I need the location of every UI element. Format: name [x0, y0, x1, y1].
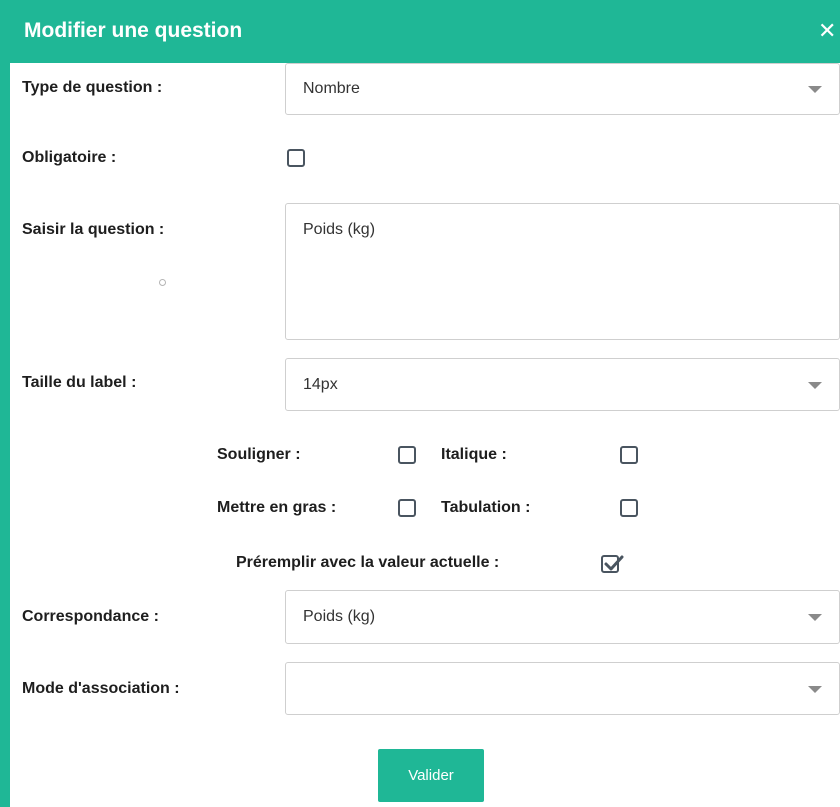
chevron-down-icon [808, 86, 822, 93]
tab-checkbox[interactable] [620, 499, 638, 517]
question-type-value: Nombre [303, 80, 360, 97]
chevron-down-icon [808, 381, 822, 389]
required-label: Obligatoire : [22, 149, 117, 166]
mapping-label: Correspondance : [22, 608, 159, 625]
label-size-select[interactable]: 14px [285, 358, 840, 411]
label-size-value: 14px [303, 376, 338, 393]
underline-checkbox[interactable] [398, 446, 416, 464]
bold-label: Mettre en gras : [217, 499, 337, 516]
association-mode-select[interactable] [285, 662, 840, 715]
dialog-header: Modifier une question ✕ [10, 0, 840, 63]
checkmark-icon [604, 555, 624, 571]
prefill-label: Préremplir avec la valeur actuelle : [236, 554, 500, 571]
submit-button[interactable]: Valider [378, 749, 484, 802]
question-text-value: Poids (kg) [303, 221, 376, 238]
association-mode-label: Mode d'association : [22, 680, 180, 697]
question-type-label: Type de question : [22, 79, 163, 96]
mapping-select[interactable]: Poids (kg) [285, 590, 840, 644]
question-text-input[interactable]: Poids (kg) [285, 203, 840, 340]
italic-checkbox[interactable] [620, 446, 638, 464]
close-icon[interactable]: ✕ [818, 16, 836, 46]
chevron-down-icon [808, 614, 822, 621]
question-type-select[interactable]: Nombre [285, 63, 840, 115]
label-size-label: Taille du label : [22, 374, 137, 391]
tab-label: Tabulation : [441, 499, 531, 516]
prefill-checkbox[interactable] [601, 555, 624, 573]
required-checkbox[interactable] [287, 149, 305, 167]
resize-handle-icon [159, 279, 166, 286]
bold-checkbox[interactable] [398, 499, 416, 517]
dialog-title: Modifier une question [24, 19, 243, 42]
chevron-down-icon [808, 685, 822, 693]
underline-label: Souligner : [217, 446, 301, 463]
mapping-value: Poids (kg) [303, 608, 376, 625]
dialog-left-border [0, 0, 10, 807]
italic-label: Italique : [441, 446, 507, 463]
question-text-label: Saisir la question : [22, 221, 165, 238]
